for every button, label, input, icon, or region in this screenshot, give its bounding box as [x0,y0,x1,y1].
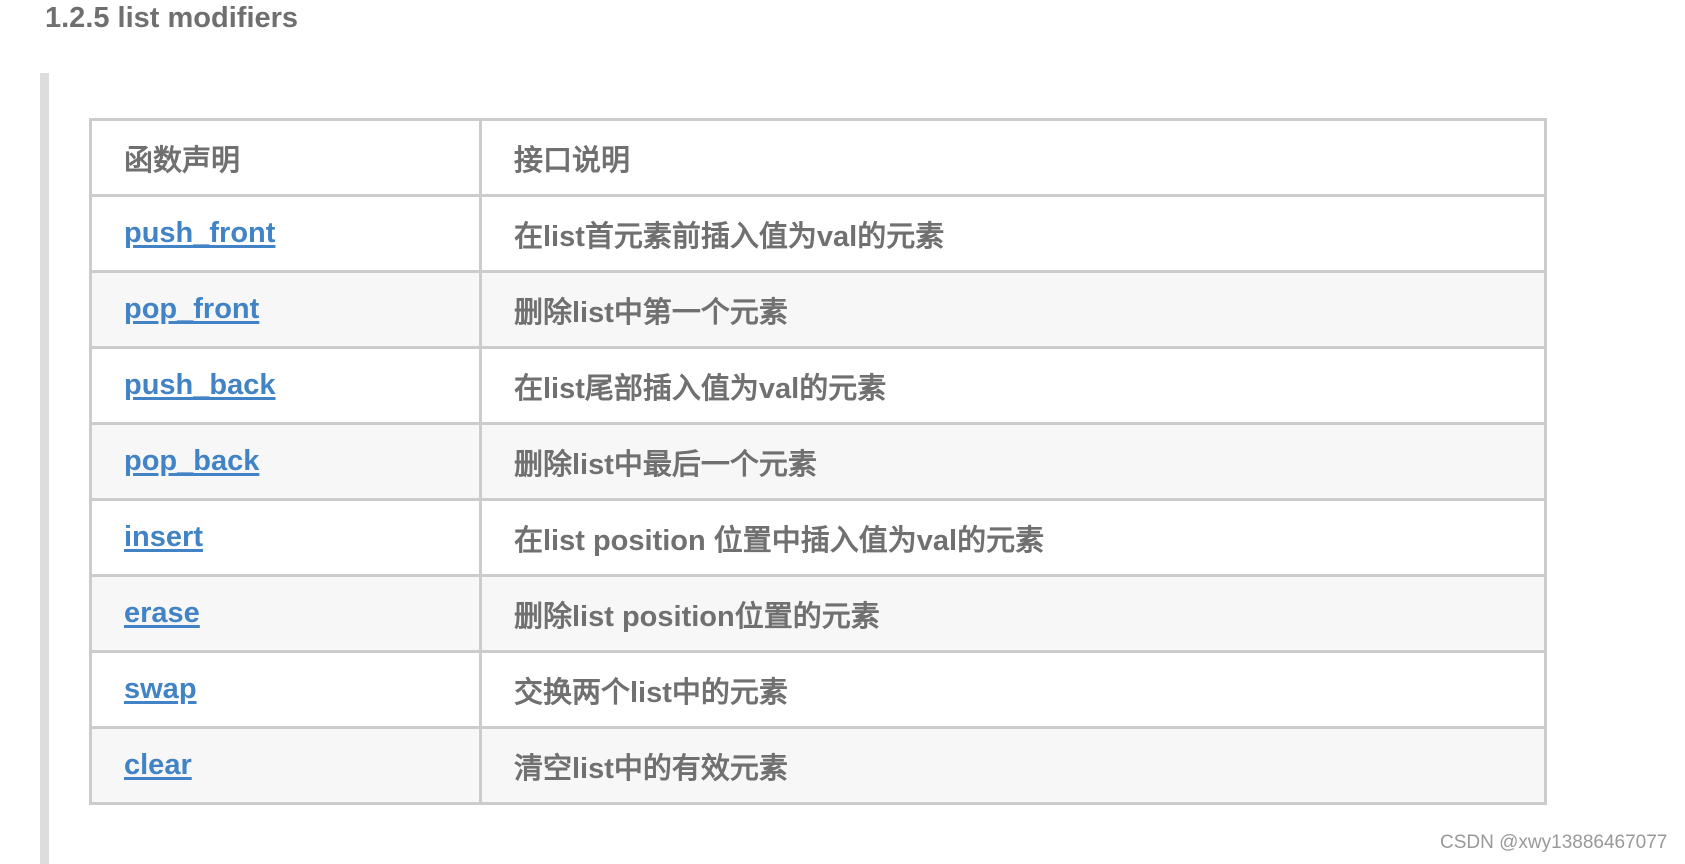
table-row: erase 删除list position位置的元素 [89,574,1547,653]
table-row: push_back 在list尾部插入值为val的元素 [89,346,1547,425]
csdn-watermark: CSDN @xwy13886467077 [1440,832,1668,853]
function-cell: swap [89,650,482,729]
header-interface-description: 接口说明 [479,118,1547,197]
table-row: pop_front 删除list中第一个元素 [89,270,1547,349]
function-cell: pop_front [89,270,482,349]
description-cell: 在list尾部插入值为val的元素 [479,346,1547,425]
list-modifiers-table: 函数声明 接口说明 push_front 在list首元素前插入值为val的元素… [89,118,1547,805]
function-link-push-front[interactable]: push_front [124,217,275,249]
table-row: push_front 在list首元素前插入值为val的元素 [89,194,1547,273]
function-link-clear[interactable]: clear [124,749,192,781]
function-cell: push_back [89,346,482,425]
description-cell: 在list position 位置中插入值为val的元素 [479,498,1547,577]
section-title: 1.2.5 list modifiers [45,2,299,34]
function-link-erase[interactable]: erase [124,597,200,629]
description-cell: 交换两个list中的元素 [479,650,1547,729]
function-link-push-back[interactable]: push_back [124,369,276,401]
table-row: clear 清空list中的有效元素 [89,726,1547,805]
header-function-declaration: 函数声明 [89,118,482,197]
table-row: insert 在list position 位置中插入值为val的元素 [89,498,1547,577]
function-link-insert[interactable]: insert [124,521,203,553]
function-cell: erase [89,574,482,653]
function-cell: insert [89,498,482,577]
function-cell: push_front [89,194,482,273]
description-cell: 在list首元素前插入值为val的元素 [479,194,1547,273]
description-cell: 删除list position位置的元素 [479,574,1547,653]
function-link-pop-front[interactable]: pop_front [124,293,259,325]
function-link-pop-back[interactable]: pop_back [124,445,259,477]
description-cell: 删除list中最后一个元素 [479,422,1547,501]
function-cell: clear [89,726,482,805]
table-header-row: 函数声明 接口说明 [89,118,1547,197]
description-cell: 删除list中第一个元素 [479,270,1547,349]
blockquote-bar [40,73,49,864]
function-cell: pop_back [89,422,482,501]
table-row: pop_back 删除list中最后一个元素 [89,422,1547,501]
table-row: swap 交换两个list中的元素 [89,650,1547,729]
function-link-swap[interactable]: swap [124,673,197,705]
description-cell: 清空list中的有效元素 [479,726,1547,805]
